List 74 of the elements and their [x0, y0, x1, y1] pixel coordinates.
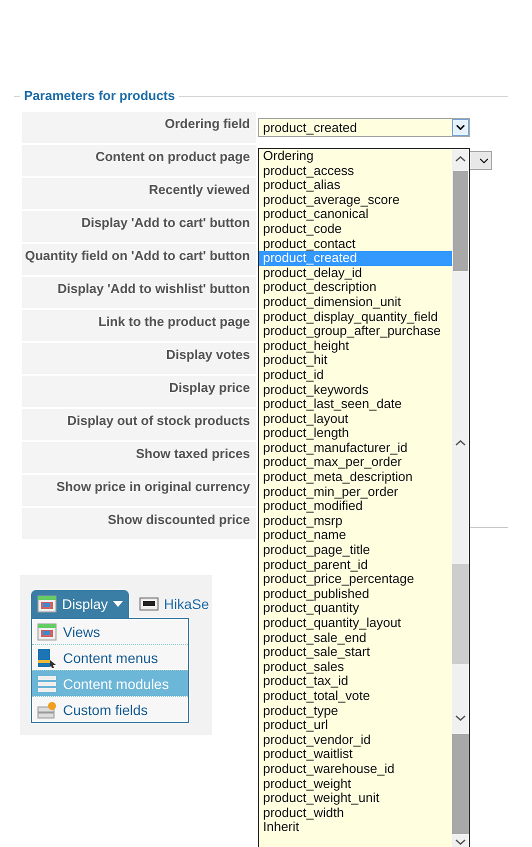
field-label: Show taxed prices	[22, 442, 256, 473]
menu-item[interactable]: Custom fields	[32, 696, 188, 722]
field-label: Display 'Add to cart' button	[22, 211, 256, 242]
dropdown-option[interactable]: product_contact	[259, 236, 453, 252]
dropdown-option[interactable]: product_url	[259, 718, 453, 733]
dropdown-option[interactable]: product_min_per_order	[259, 484, 453, 500]
dropdown-option[interactable]: product_id	[259, 368, 453, 382]
dropdown-option[interactable]: product_tax_id	[259, 674, 453, 689]
field-label: Content on product page	[22, 145, 256, 176]
dropdown-option[interactable]: product_type	[259, 704, 453, 718]
dropdown-option[interactable]: product_access	[259, 164, 453, 178]
ordering-select[interactable]: product_created	[258, 118, 470, 137]
dropdown-option[interactable]: product_canonical	[259, 207, 453, 222]
dropdown-option[interactable]: product_msrp	[259, 514, 453, 528]
dropdown-option[interactable]: Ordering	[259, 149, 453, 164]
form-icon	[37, 700, 57, 718]
field-label: Display out of stock products	[22, 409, 256, 440]
dropdown-option[interactable]: product_published	[259, 586, 453, 602]
dropdown-option[interactable]: product_price_percentage	[259, 572, 453, 587]
field-label: Show discounted price	[22, 508, 256, 539]
dropdown-option[interactable]: product_max_per_order	[259, 455, 453, 470]
section-legend: Parameters for products	[20, 88, 179, 103]
dropdown-option[interactable]: product_total_vote	[259, 688, 453, 704]
dropdown-option[interactable]: product_description	[259, 280, 453, 295]
scrollbar[interactable]	[452, 149, 469, 847]
dropdown-option[interactable]: product_parent_id	[259, 558, 453, 572]
field-label: Link to the product page	[22, 310, 256, 341]
dropdown-option[interactable]: product_name	[259, 528, 453, 544]
menu-item[interactable]: Views	[32, 619, 188, 644]
dropdown-option[interactable]: product_sales	[259, 660, 453, 674]
dropdown-option[interactable]: product_warehouse_id	[259, 762, 453, 777]
dropdown-option[interactable]: product_last_seen_date	[259, 397, 453, 412]
dropdown-option[interactable]: product_meta_description	[259, 470, 453, 485]
key-card-icon	[138, 597, 159, 611]
field-label: Recently viewed	[22, 178, 256, 209]
window-icon	[37, 595, 57, 613]
caret-icon	[112, 601, 123, 607]
dropdown-option[interactable]: product_average_score	[259, 192, 453, 208]
dropdown-option[interactable]: product_quantity_layout	[259, 616, 453, 631]
dropdown-option[interactable]: product_length	[259, 426, 453, 441]
dropdown-option[interactable]: Inherit	[259, 820, 453, 835]
field-label: Display 'Add to wishlist' button	[22, 277, 256, 308]
cursor-icon	[37, 648, 57, 668]
dropdown-option[interactable]: product_delay_id	[259, 266, 453, 280]
field-label: Quantity field on 'Add to cart' button	[22, 244, 256, 275]
dropdown-option[interactable]: product_manufacturer_id	[259, 440, 453, 456]
dropdown-option[interactable]: product_vendor_id	[259, 732, 453, 748]
dropdown-option[interactable]: product_width	[259, 806, 453, 820]
field-label: Display price	[22, 376, 256, 407]
dropdown-option[interactable]: product_waitlist	[259, 747, 453, 762]
dropdown-option[interactable]: product_quantity	[259, 601, 453, 616]
chevron-down-icon	[452, 119, 469, 136]
dropdown-option[interactable]: product_height	[259, 338, 453, 354]
dropdown-option[interactable]: product_weight_unit	[259, 791, 453, 806]
field-label: Display votes	[22, 343, 256, 374]
list-icon	[37, 674, 57, 692]
dropdown-option[interactable]: product_code	[259, 222, 453, 237]
dropdown-option[interactable]: product_page_title	[259, 543, 453, 558]
field-label: Show price in original currency	[22, 475, 256, 506]
dropdown-option[interactable]: product_sale_end	[259, 630, 453, 646]
dropdown-option[interactable]: product_display_quantity_field	[259, 310, 453, 324]
dropdown-option[interactable]: product_dimension_unit	[259, 294, 453, 310]
toolbar-tab[interactable]: HikaSe	[132, 590, 212, 618]
dropdown-option[interactable]: product_keywords	[259, 382, 453, 398]
dropdown-option[interactable]: product_alias	[259, 178, 453, 193]
window-icon	[37, 622, 57, 640]
dropdown-option[interactable]: product_modified	[259, 499, 453, 514]
dropdown-option[interactable]: product_hit	[259, 353, 453, 368]
dropdown-option[interactable]: product_group_after_purchase	[259, 324, 453, 339]
dropdown-option[interactable]: product_weight	[259, 776, 453, 792]
dropdown-option[interactable]: product_layout	[259, 412, 453, 426]
field-label: Ordering field	[22, 112, 256, 143]
dropdown-option[interactable]: product_sale_start	[259, 645, 453, 660]
toolbar-tab[interactable]: Display	[31, 590, 129, 618]
